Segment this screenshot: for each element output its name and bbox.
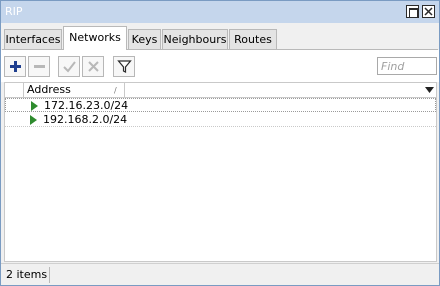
play-icon <box>30 115 37 125</box>
status-bar: 2 items <box>1 263 439 285</box>
networks-table: Address / 172.16.23.0/24 192.168.2.0/24 <box>4 82 437 262</box>
close-button[interactable] <box>422 5 435 18</box>
check-icon <box>63 61 76 73</box>
status-divider <box>49 267 50 283</box>
tab-networks[interactable]: Networks <box>63 26 127 50</box>
filter-button[interactable] <box>113 56 135 77</box>
address-cell: 172.16.23.0/24 <box>44 99 129 112</box>
title-bar[interactable]: RIP <box>1 1 439 23</box>
find-input[interactable] <box>377 57 437 75</box>
column-menu-button[interactable] <box>424 85 435 95</box>
restore-button[interactable] <box>406 5 419 18</box>
play-icon <box>31 101 38 111</box>
tab-neighbours[interactable]: Neighbours <box>162 29 228 50</box>
toolbar <box>1 50 439 82</box>
table-row[interactable]: 172.16.23.0/24 <box>5 98 436 112</box>
enable-button[interactable] <box>58 56 80 77</box>
disable-button[interactable] <box>82 56 104 77</box>
filter-icon <box>117 60 132 73</box>
plus-icon <box>10 61 21 72</box>
rip-window: RIP Interfaces Networks Keys Neighbours … <box>0 0 440 286</box>
table-row[interactable]: 192.168.2.0/24 <box>5 113 436 127</box>
table-header: Address / <box>5 83 436 98</box>
minus-icon <box>34 65 45 68</box>
tab-routes[interactable]: Routes <box>229 29 277 50</box>
tab-keys[interactable]: Keys <box>128 29 161 50</box>
close-icon <box>424 7 433 16</box>
x-icon <box>88 61 99 72</box>
header-spacer <box>5 83 24 97</box>
sort-icon: / <box>114 86 117 95</box>
address-cell: 192.168.2.0/24 <box>43 113 128 126</box>
tab-interfaces[interactable]: Interfaces <box>4 29 62 50</box>
remove-button[interactable] <box>28 56 50 77</box>
window-title: RIP <box>5 5 23 18</box>
column-address[interactable]: Address <box>24 83 125 97</box>
add-button[interactable] <box>4 56 26 77</box>
chevron-down-icon <box>425 87 434 93</box>
item-count: 2 items <box>6 268 48 281</box>
